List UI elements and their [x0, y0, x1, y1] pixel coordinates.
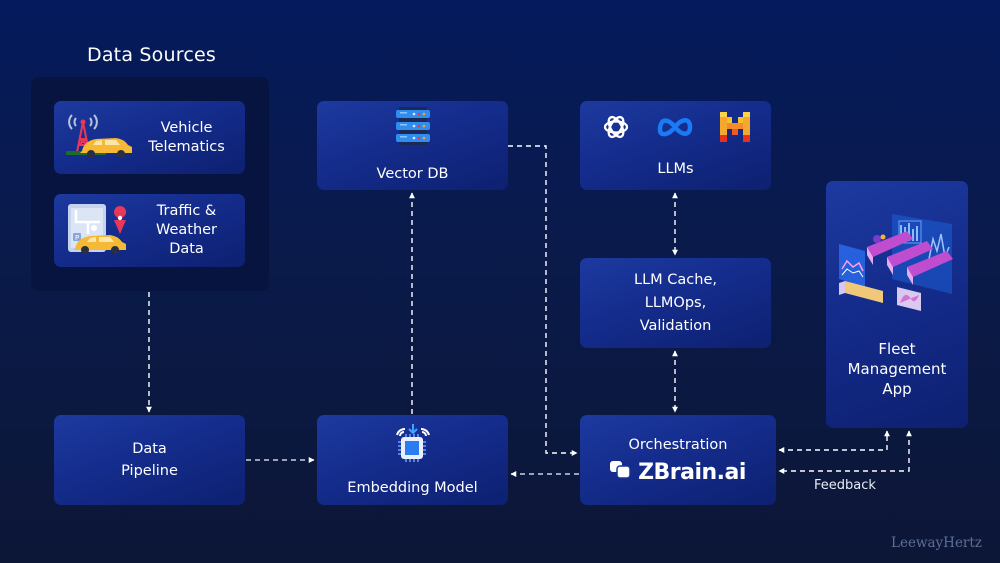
svg-text:P: P: [75, 234, 79, 242]
zbrain-logo-icon: [610, 460, 632, 485]
label-line: App: [882, 380, 912, 398]
label-line: Management: [847, 360, 947, 378]
label-line: Data: [132, 441, 167, 457]
telematics-tower-car-icon: [66, 107, 136, 169]
node-label: Vector DB: [376, 166, 449, 182]
zbrain-wordmark: ZBrain.ai: [638, 460, 746, 485]
node-traffic-weather-data[interactable]: P Traffic & Weather Data: [54, 194, 245, 267]
node-label: Vehicle Telematics: [136, 119, 245, 157]
map-car-pin-icon: P: [66, 200, 136, 262]
label-line: LLMOps,: [644, 294, 707, 311]
edge-vectordb-to-orchestration: [508, 145, 578, 456]
feedback-label: Feedback: [814, 478, 876, 493]
node-llm-cache[interactable]: LLM Cache, LLMOps, Validation: [580, 258, 771, 348]
node-fleet-management-app[interactable]: Fleet Management App: [826, 181, 968, 428]
watermark: LeewayHertz: [891, 535, 982, 551]
label-line: Fleet: [878, 340, 916, 358]
label-line: Vehicle: [160, 119, 213, 136]
node-llms[interactable]: LLMs: [580, 101, 771, 190]
node-embedding-model[interactable]: Embedding Model: [317, 415, 508, 505]
meta-icon: [656, 116, 694, 144]
node-label: Orchestration: [628, 436, 728, 453]
edge-orchestration-fleet: [778, 430, 890, 453]
node-data-pipeline[interactable]: Data Pipeline: [54, 415, 245, 505]
label-line: Validation: [639, 317, 712, 334]
label-line: Telematics: [148, 138, 225, 155]
chip-icon: [391, 423, 435, 469]
node-label: LLMs: [657, 161, 694, 177]
label-line: Data: [169, 241, 204, 257]
label-line: Weather: [155, 222, 218, 238]
fleet-trucks-illustration-icon: [837, 199, 957, 325]
label-line: Traffic &: [156, 203, 217, 219]
node-orchestration[interactable]: Orchestration ZBrain.ai: [580, 415, 776, 505]
node-label: Traffic & Weather Data: [136, 202, 245, 259]
label-line: Pipeline: [121, 463, 178, 479]
node-vector-db[interactable]: Vector DB: [317, 101, 508, 190]
mistral-icon: [719, 112, 750, 148]
openai-icon: [602, 113, 630, 147]
zbrain-brand: ZBrain.ai: [610, 460, 746, 485]
node-vehicle-telematics[interactable]: Vehicle Telematics: [54, 101, 245, 174]
data-sources-title: Data Sources: [87, 44, 216, 66]
label-line: LLM Cache,: [634, 271, 717, 288]
edge-fleet-feedback: [778, 430, 912, 474]
node-label: Embedding Model: [347, 479, 478, 496]
server-stack-icon: [395, 107, 430, 155]
